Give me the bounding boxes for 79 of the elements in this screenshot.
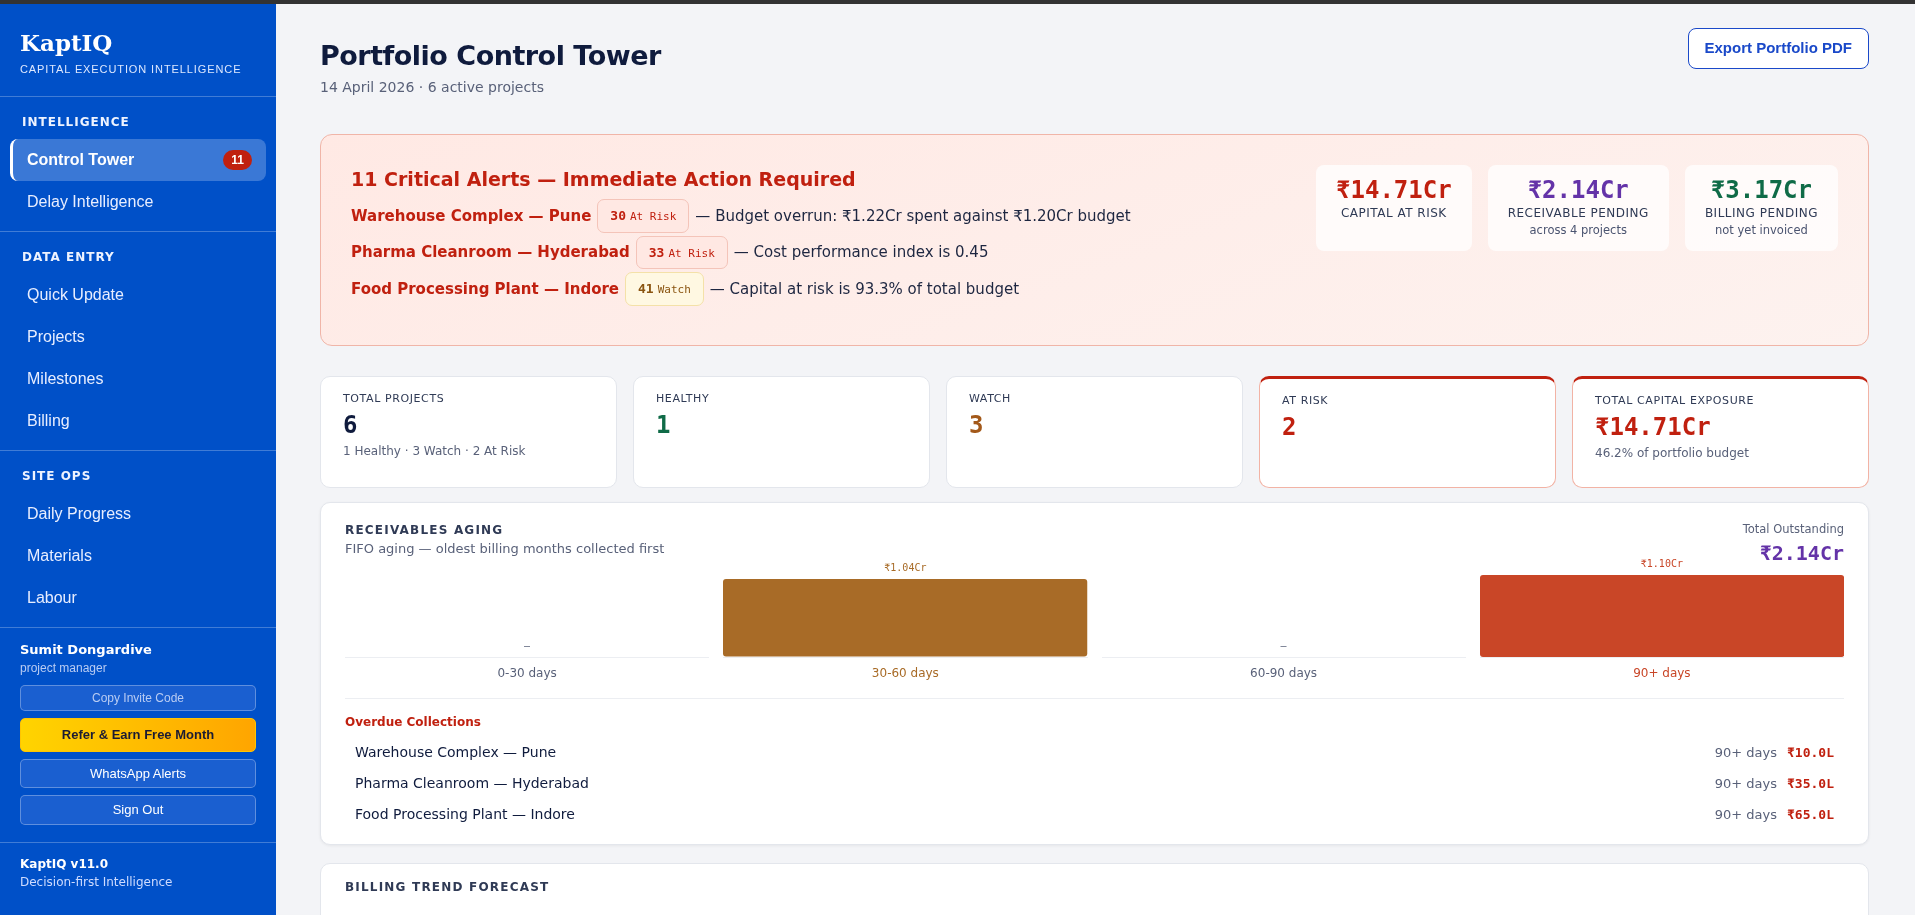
kpi-value: 3 <box>969 411 985 440</box>
age-label: 90+ days <box>1714 775 1778 791</box>
category-label: 30-60 days <box>871 664 939 682</box>
alert-message: — Cost performance index is 0.45 <box>733 242 989 263</box>
summary-value: ₹3.17Cr <box>1709 176 1813 205</box>
category-label: 90+ days <box>1633 664 1691 682</box>
alert-title: 11 Critical Alerts — Immediate Action Required <box>351 166 857 192</box>
alert-message: — Capital at risk is 93.3% of total budget <box>709 278 1020 300</box>
status-badge: 30 At Risk <box>597 199 690 233</box>
kpi-label: TOTAL PROJECTS <box>343 390 446 407</box>
status-badge: 33 At Risk <box>635 235 728 269</box>
card-title: BILLING TREND FORECAST <box>345 878 551 896</box>
kpi-label: WATCH <box>969 390 1012 407</box>
card-title: RECEIVABLES AGING <box>345 521 505 539</box>
nav-item[interactable]: Projects <box>10 315 266 358</box>
summary-value: ₹14.71Cr <box>1336 176 1452 205</box>
nav-item[interactable]: Milestones <box>10 357 266 400</box>
brand-name: KaptIQ <box>20 30 114 56</box>
status-badge: 41 Watch <box>625 272 704 306</box>
project-name: Pharma Cleanroom — Hyderabad <box>355 773 589 793</box>
amount-value: ₹35.0L <box>1787 775 1834 791</box>
section-heading: INTELLIGENCE <box>21 113 131 131</box>
kpi-label: HEALTHY <box>656 390 711 407</box>
kpi-value: 1 <box>656 411 672 440</box>
user-name: Sumit Dongardive <box>20 640 153 659</box>
category-label: 60-90 days <box>1250 664 1318 682</box>
summary-label: RECEIVABLE PENDING <box>1507 205 1649 223</box>
version-label: KaptIQ v11.0 <box>20 855 109 873</box>
kpi-value: ₹14.71Cr <box>1595 413 1712 442</box>
summary-label: CAPITAL AT RISK <box>1339 205 1448 223</box>
value-label: – <box>524 638 531 653</box>
sidebar-button[interactable]: Refer & Earn Free Month <box>20 718 256 752</box>
kpi-note: 1 Healthy · 3 Watch · 2 At Risk <box>343 442 527 460</box>
value-label: – <box>1280 638 1287 653</box>
kpi-value: 6 <box>343 411 359 440</box>
section-title: Overdue Collections <box>345 697 1844 731</box>
nav-item[interactable]: Materials <box>10 534 266 577</box>
nav-item[interactable]: Quick Update <box>10 273 266 316</box>
alert-project: Warehouse Complex — Pune <box>351 205 592 227</box>
user-role: project manager <box>20 660 108 678</box>
sidebar-button[interactable]: Copy Invite Code <box>20 685 256 712</box>
nav-item[interactable]: Daily Progress <box>10 492 266 535</box>
footer-tagline: Decision-first Intelligence <box>20 873 174 891</box>
value-label: ₹1.04Cr <box>884 561 927 576</box>
alert-project: Pharma Cleanroom — Hyderabad <box>351 242 630 263</box>
kpi-label: AT RISK <box>1282 392 1330 409</box>
nav-item[interactable]: Billing <box>10 399 266 442</box>
kpi-label: TOTAL CAPITAL EXPOSURE <box>1595 392 1756 409</box>
project-name: Food Processing Plant — Indore <box>355 804 575 824</box>
sidebar-button[interactable]: Sign Out <box>20 795 256 825</box>
category-label: 0-30 days <box>497 664 557 682</box>
summary-note: across 4 projects <box>1528 222 1628 240</box>
total-value: ₹2.14Cr <box>1758 539 1844 567</box>
nav-item[interactable]: Labour <box>10 576 266 619</box>
summary-note: not yet invoiced <box>1714 222 1809 240</box>
nav-item[interactable]: Delay Intelligence <box>10 180 266 223</box>
project-name: Warehouse Complex — Pune <box>355 742 557 762</box>
alert-message: — Budget overrun: ₹1.22Cr spent against ₹1.20Cr budget <box>695 205 1131 227</box>
card-subtitle: FIFO aging — oldest billing months collected first <box>345 539 665 558</box>
amount-value: ₹10.0L <box>1787 744 1834 760</box>
summary-value: ₹2.14Cr <box>1526 176 1630 205</box>
page-title: Portfolio Control Tower <box>320 39 661 73</box>
age-label: 90+ days <box>1714 744 1778 760</box>
section-heading: DATA ENTRY <box>21 248 116 266</box>
brand-tagline: CAPITAL EXECUTION INTELLIGENCE <box>20 62 243 78</box>
summary-label: BILLING PENDING <box>1704 205 1818 223</box>
nav-item[interactable]: Control Tower 11 <box>10 138 266 181</box>
alert-project: Food Processing Plant — Indore <box>351 278 620 300</box>
export-button[interactable]: Export Portfolio PDF <box>1687 28 1869 69</box>
total-label: Total Outstanding <box>1742 520 1844 538</box>
amount-value: ₹65.0L <box>1787 806 1834 822</box>
section-heading: SITE OPS <box>21 467 93 485</box>
age-label: 90+ days <box>1714 806 1778 822</box>
page-subtitle: 14 April 2026 · 6 active projects <box>320 77 545 97</box>
kpi-note: 46.2% of portfolio budget <box>1595 444 1750 462</box>
kpi-value: 2 <box>1282 413 1298 442</box>
value-label: ₹1.10Cr <box>1640 556 1683 571</box>
count-badge: 11 <box>223 149 252 170</box>
sidebar-button[interactable]: WhatsApp Alerts <box>20 758 256 789</box>
